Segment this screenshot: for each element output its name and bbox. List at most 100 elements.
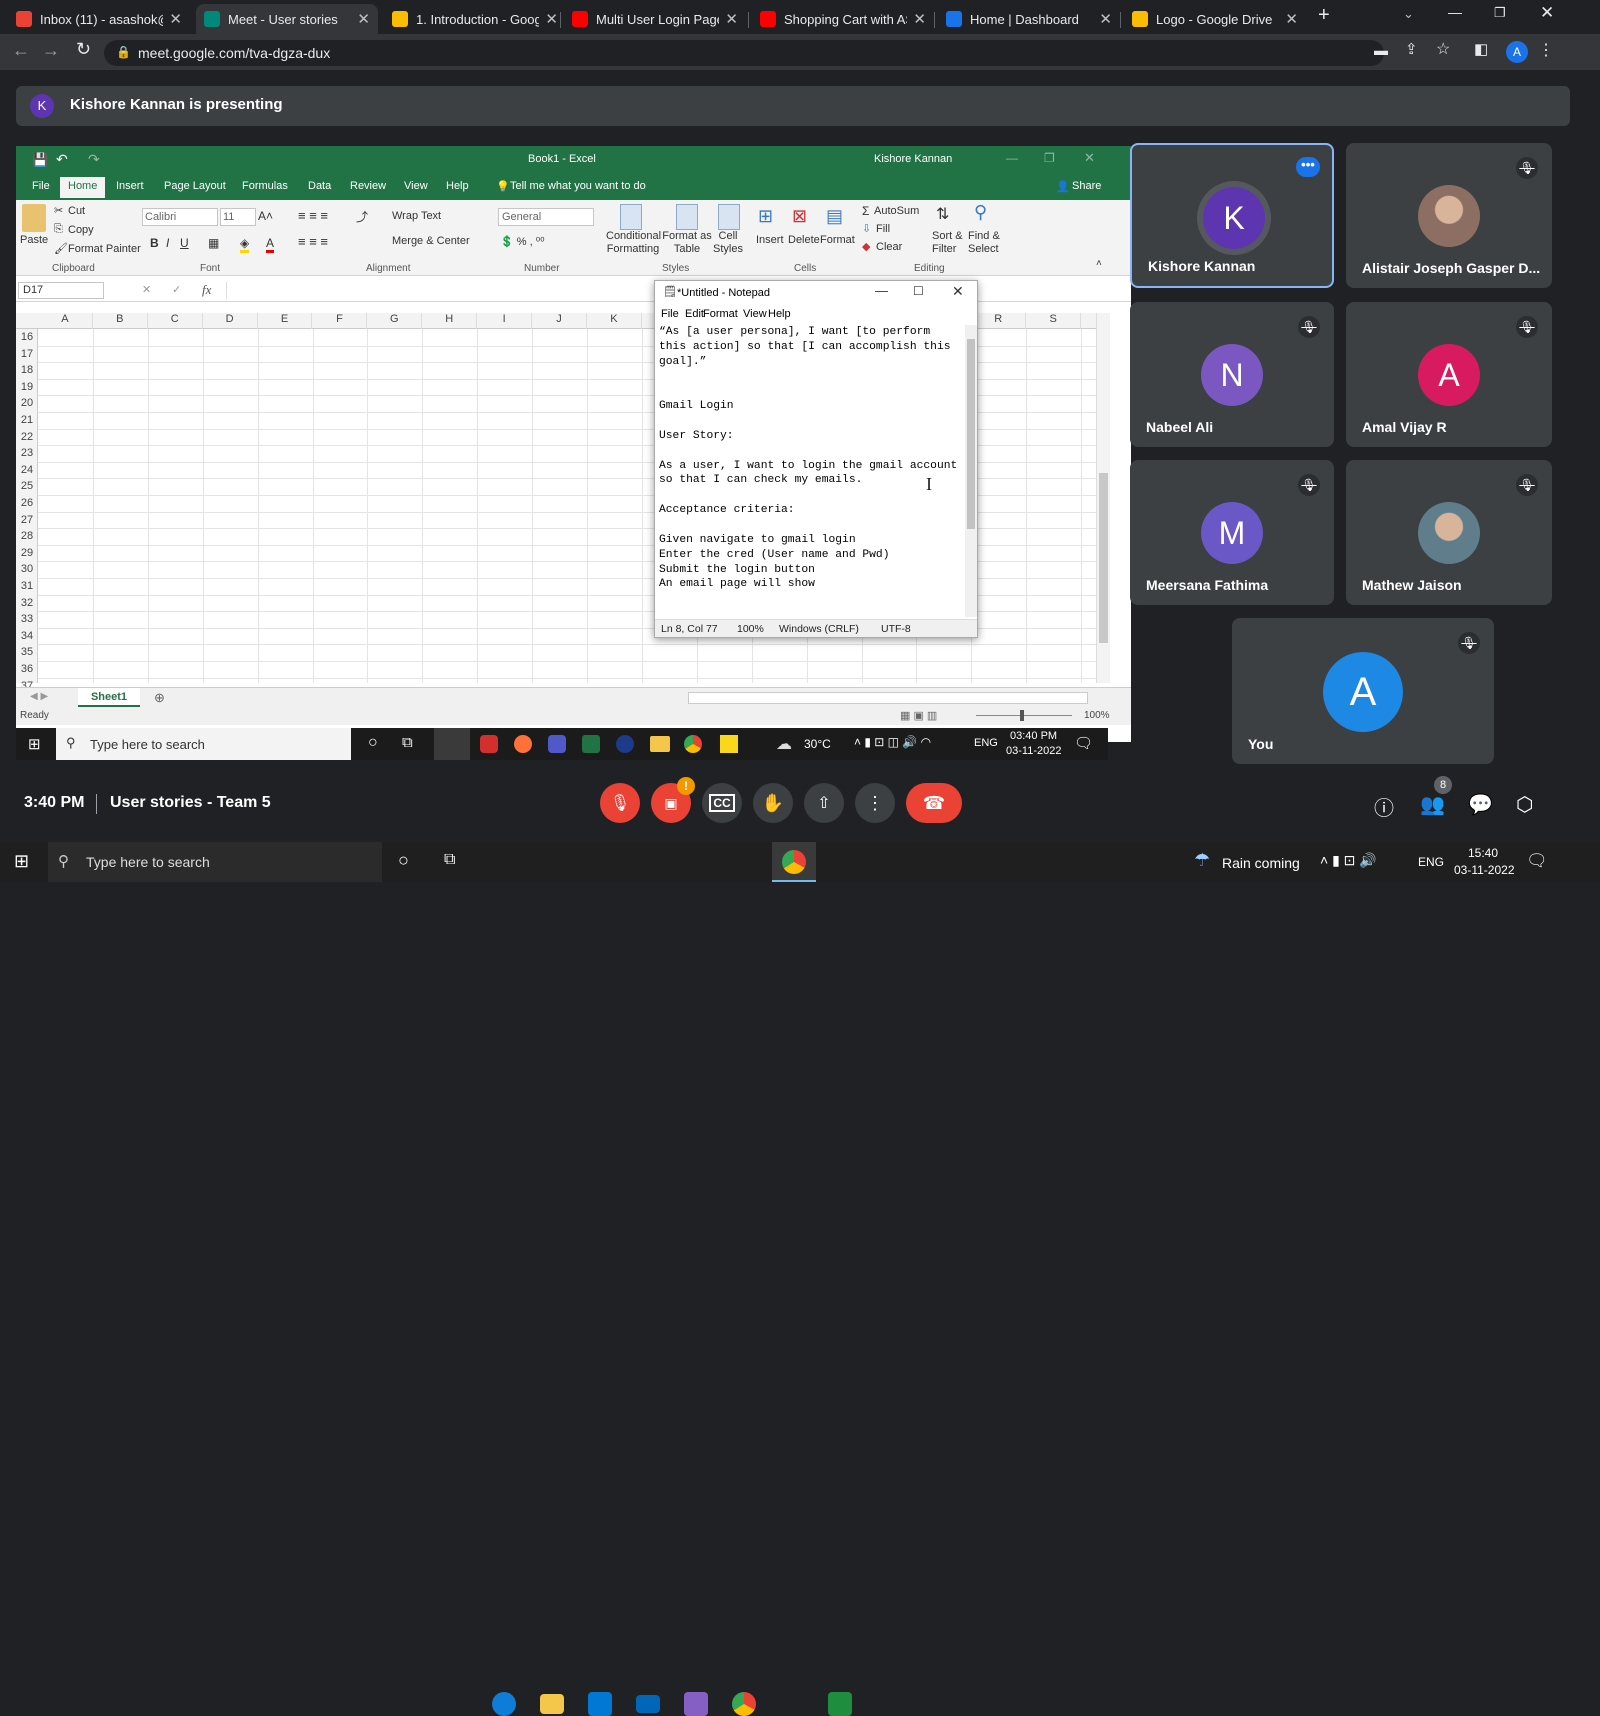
start-icon[interactable]: ⊞ <box>14 851 29 872</box>
new-tab-button[interactable]: + <box>1318 4 1330 27</box>
inner-search-box[interactable]: ⚲ Type here to search <box>56 728 351 760</box>
cell-styles-icon[interactable] <box>718 204 740 230</box>
tab-search-icon[interactable]: ⌄ <box>1403 6 1414 22</box>
horizontal-scrollbar[interactable] <box>688 692 1088 704</box>
profile-avatar[interactable]: A <box>1506 41 1528 63</box>
merge-center-button[interactable]: Merge & Center <box>392 235 470 247</box>
excel-share-button[interactable]: Share <box>1072 180 1101 192</box>
browser-tab[interactable]: Inbox (11) - asashok@s ✕ <box>8 4 190 34</box>
column-header[interactable]: I <box>477 313 533 329</box>
browser-tab[interactable]: Logo - Google Drive ✕ <box>1124 4 1306 34</box>
view-buttons[interactable]: ▦ ▣ ▥ <box>900 709 937 722</box>
tab-close-icon[interactable]: ✕ <box>169 10 182 28</box>
row-header[interactable]: 36 <box>16 661 38 678</box>
row-header[interactable]: 21 <box>16 412 38 429</box>
cortana-icon[interactable]: ○ <box>398 850 409 871</box>
excel-tab-home[interactable]: Home <box>60 177 106 198</box>
row-header[interactable]: 16 <box>16 329 38 346</box>
row-header[interactable]: 28 <box>16 528 38 545</box>
leave-call-button[interactable]: ☎ <box>906 783 962 823</box>
scroll-thumb[interactable] <box>1099 473 1108 643</box>
row-header[interactable]: 24 <box>16 462 38 479</box>
row-header[interactable]: 34 <box>16 628 38 645</box>
font-size-select[interactable]: 11 <box>220 208 256 226</box>
font-color-icon[interactable]: A <box>266 236 275 253</box>
delete-cells-icon[interactable]: ⊠ <box>792 206 807 227</box>
tray-icons[interactable]: ˄ ▮ ⊡ 🔊 <box>1320 852 1377 869</box>
camera-icon[interactable]: ▬ <box>1374 42 1388 58</box>
notepad-menu-format[interactable]: Format <box>703 308 738 320</box>
conditional-formatting-button[interactable]: Conditional Formatting <box>606 230 661 256</box>
back-icon[interactable]: ← <box>12 40 30 61</box>
fill-button[interactable]: Fill <box>876 223 890 235</box>
excel-tab-page-layout[interactable]: Page Layout <box>164 180 226 192</box>
row-header[interactable]: 25 <box>16 478 38 495</box>
participant-tile[interactable]: K Kishore Kannan ••• <box>1130 143 1334 288</box>
tab-close-icon[interactable]: ✕ <box>545 10 558 28</box>
present-button[interactable]: ⇧ <box>804 783 844 823</box>
font-name-select[interactable]: Calibri <box>142 208 218 226</box>
minimize-icon[interactable]: — <box>1448 4 1462 20</box>
excel-tab-help[interactable]: Help <box>446 180 469 192</box>
paste-icon[interactable] <box>22 204 46 232</box>
notepad-minimize-icon[interactable]: — <box>875 283 888 298</box>
inner-start-icon[interactable]: ⊞ <box>28 735 41 753</box>
cancel-formula-icon[interactable]: ✕ <box>142 283 151 296</box>
camera-toggle-button[interactable]: ▣ ! <box>651 777 695 823</box>
side-panel-icon[interactable]: ◧ <box>1474 40 1488 58</box>
inner-excel-icon[interactable] <box>582 735 600 753</box>
inner-notepad-app-icon[interactable] <box>434 728 470 760</box>
excel-tab-view[interactable]: View <box>404 180 428 192</box>
column-header[interactable]: J <box>532 313 587 329</box>
tab-close-icon[interactable]: ✕ <box>913 10 926 28</box>
captions-button[interactable]: CC <box>702 783 742 823</box>
inner-task-view-icon[interactable]: ⧉ <box>402 734 413 751</box>
collapse-ribbon-icon[interactable]: ˄ <box>1096 258 1102 269</box>
notepad-menu-view[interactable]: View <box>743 308 767 320</box>
paste-button[interactable]: Paste <box>20 234 48 246</box>
tell-me-box[interactable]: Tell me what you want to do <box>510 180 646 192</box>
file-explorer-icon[interactable] <box>540 1694 564 1714</box>
find-select-icon[interactable]: ⚲ <box>974 202 987 223</box>
zoom-thumb[interactable] <box>1020 710 1024 721</box>
excel-tab-file[interactable]: File <box>32 180 50 192</box>
align-left-icon[interactable]: ≡ ≡ ≡ <box>298 234 328 249</box>
notepad-maximize-icon[interactable]: ☐ <box>913 284 924 298</box>
save-icon[interactable]: 💾 <box>32 152 48 168</box>
participant-tile[interactable]: N Nabeel Ali 🎙 <box>1130 302 1334 447</box>
notepad-menu-edit[interactable]: Edit <box>685 308 704 320</box>
mic-toggle-button[interactable]: 🎙 <box>600 783 640 823</box>
row-header[interactable]: 33 <box>16 611 38 628</box>
format-as-table-button[interactable]: Format as Table <box>662 230 712 256</box>
column-header[interactable]: R <box>971 313 1027 329</box>
cut-button[interactable]: Cut <box>68 205 85 217</box>
excel-tab-data[interactable]: Data <box>308 180 331 192</box>
column-header[interactable]: F <box>313 313 368 329</box>
raise-hand-button[interactable]: ✋ <box>753 783 793 823</box>
notepad-menu-file[interactable]: File <box>661 308 679 320</box>
reload-icon[interactable]: ↻ <box>76 39 91 60</box>
close-window-icon[interactable]: ✕ <box>1540 3 1554 23</box>
cell-styles-button[interactable]: Cell Styles <box>710 230 746 256</box>
forward-icon[interactable]: → <box>42 40 60 61</box>
name-box[interactable]: D17 <box>18 282 104 299</box>
inner-app2-icon[interactable] <box>616 735 634 753</box>
italic-button[interactable]: I <box>166 236 169 250</box>
clear-button[interactable]: Clear <box>876 241 902 253</box>
inner-teams-icon[interactable] <box>548 735 566 753</box>
participant-tile[interactable]: Alistair Joseph Gasper D... 🎙 <box>1346 143 1552 288</box>
participant-tile[interactable]: A Amal Vijay R 🎙 <box>1346 302 1552 447</box>
zoom-slider[interactable] <box>976 715 1072 716</box>
row-header[interactable]: 32 <box>16 595 38 612</box>
row-header[interactable]: 19 <box>16 379 38 396</box>
inner-chrome-icon[interactable] <box>684 735 702 753</box>
enter-formula-icon[interactable]: ✓ <box>172 283 181 296</box>
orientation-icon[interactable]: ⤴ <box>356 208 368 225</box>
column-header[interactable]: H <box>422 313 478 329</box>
number-format-buttons[interactable]: 💲 % , ⁰⁰ <box>500 235 545 248</box>
participant-tile[interactable]: M Meersana Fathima 🎙 <box>1130 460 1334 605</box>
mail-icon[interactable] <box>636 1695 660 1713</box>
vertical-scrollbar[interactable] <box>1096 313 1110 683</box>
column-header[interactable]: E <box>258 313 313 329</box>
browser-tab[interactable]: Shopping Cart with ASP ✕ <box>752 4 934 34</box>
